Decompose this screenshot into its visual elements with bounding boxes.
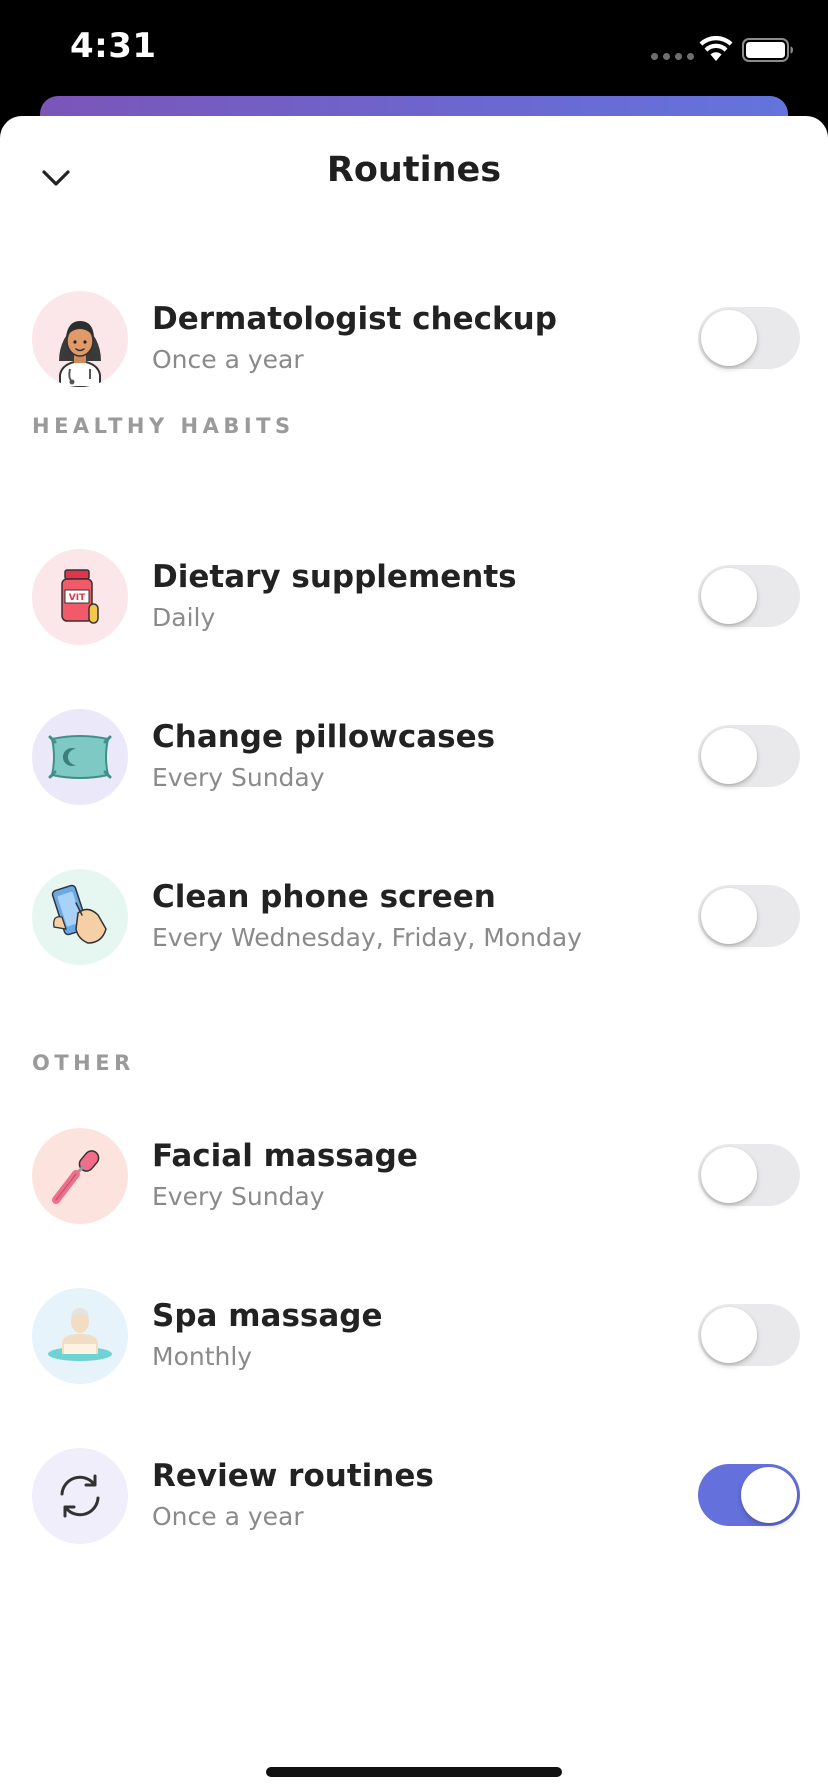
routine-toggle[interactable]: [698, 1464, 800, 1526]
page-title: Routines: [326, 150, 502, 190]
routine-frequency: Monthly: [152, 1342, 253, 1371]
routine-toggle[interactable]: [698, 885, 800, 947]
cellular-signal-icon: [651, 53, 694, 60]
section-header-healthy-habits: HEALTHY HABITS: [32, 414, 295, 438]
spa-icon: [32, 1288, 128, 1384]
routine-title: Clean phone screen: [152, 879, 496, 915]
routine-row-spa-massage: Spa massage Monthly: [0, 1288, 828, 1388]
routine-title: Facial massage: [152, 1138, 418, 1174]
battery-icon: [742, 38, 793, 62]
routine-row-facial-massage: Facial massage Every Sunday: [0, 1128, 828, 1228]
routine-title: Spa massage: [152, 1298, 383, 1334]
status-bar: 4:31: [0, 0, 828, 100]
dermatologist-icon: [32, 291, 128, 387]
routine-frequency: Every Wednesday, Friday, Monday: [152, 923, 582, 952]
routine-frequency: Once a year: [152, 1502, 304, 1531]
routine-row-change-pillowcases: Change pillowcases Every Sunday: [0, 709, 828, 809]
routine-frequency: Every Sunday: [152, 763, 325, 792]
routine-row-review-routines: Review routines Once a year: [0, 1448, 828, 1548]
routine-frequency: Every Sunday: [152, 1182, 325, 1211]
phone-cleaning-icon: [32, 869, 128, 965]
svg-text:VIT: VIT: [69, 593, 86, 603]
home-indicator: [266, 1767, 562, 1777]
pillow-icon: [32, 709, 128, 805]
routine-title: Dermatologist checkup: [152, 301, 557, 337]
refresh-icon: [32, 1448, 128, 1544]
routines-sheet: Routines Dermatologist checkup Once a ye…: [0, 116, 828, 1792]
routine-title: Dietary supplements: [152, 559, 517, 595]
status-time: 4:31: [70, 26, 157, 66]
routine-title: Review routines: [152, 1458, 434, 1494]
routine-toggle[interactable]: [698, 1304, 800, 1366]
routine-row-clean-phone-screen: Clean phone screen Every Wednesday, Frid…: [0, 869, 828, 969]
section-header-other: OTHER: [32, 1051, 135, 1075]
routine-toggle[interactable]: [698, 307, 800, 369]
routine-toggle[interactable]: [698, 725, 800, 787]
routine-toggle[interactable]: [698, 1144, 800, 1206]
routine-frequency: Once a year: [152, 345, 304, 374]
routine-toggle[interactable]: [698, 565, 800, 627]
routine-row-dietary-supplements: VIT Dietary supplements Daily: [0, 549, 828, 649]
vitamin-bottle-icon: VIT: [32, 549, 128, 645]
routine-title: Change pillowcases: [152, 719, 496, 755]
wifi-icon: [699, 36, 733, 61]
routine-frequency: Daily: [152, 603, 216, 632]
routine-row-dermatologist: Dermatologist checkup Once a year: [0, 291, 828, 391]
screen: 4:31 Routines Dermatologist checkup Once…: [0, 0, 828, 1792]
face-roller-icon: [32, 1128, 128, 1224]
